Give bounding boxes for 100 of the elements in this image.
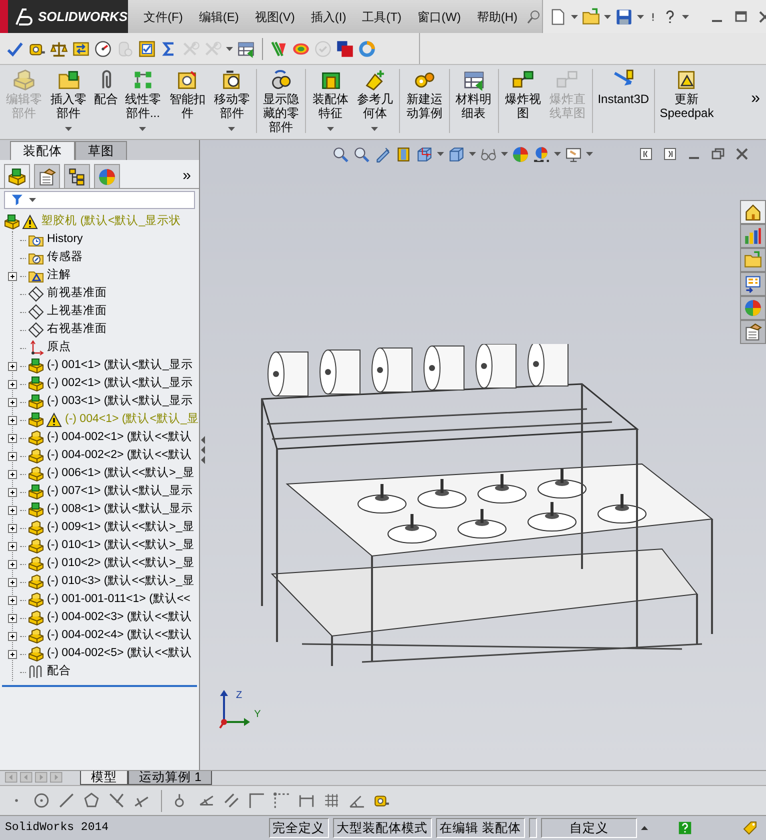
expand-icon[interactable] <box>7 414 18 426</box>
menu-item[interactable]: 文件(F) <box>136 8 191 26</box>
tree-item[interactable]: 原点 <box>44 339 71 357</box>
tree-item[interactable]: (-) 001<1> (默认<默认_显示 <box>44 357 193 375</box>
expand-icon[interactable] <box>7 270 18 282</box>
tree-item[interactable]: (-) 004-002<2> (默认<<默认 <box>44 447 192 465</box>
maximize-icon[interactable] <box>732 8 749 24</box>
tree-item[interactable]: (-) 004-002<4> (默认<<默认 <box>44 627 192 645</box>
close-icon[interactable] <box>734 146 750 162</box>
help-icon[interactable] <box>678 821 692 835</box>
command-button[interactable]: 新建运动算例 <box>402 69 447 121</box>
menu-item[interactable]: 视图(V) <box>246 8 303 26</box>
command-button[interactable]: Instant3D <box>594 69 652 107</box>
expand-icon[interactable] <box>7 486 18 498</box>
units-selector[interactable]: 自定义 <box>541 818 637 838</box>
tree-item[interactable]: (-) 002<1> (默认<默认_显示 <box>44 375 193 393</box>
command-button[interactable]: 爆炸视图 <box>500 69 546 121</box>
tag-icon[interactable] <box>742 820 758 836</box>
tree-item[interactable]: 右视基准面 <box>44 321 107 339</box>
tile-left-icon[interactable] <box>638 146 654 162</box>
expand-icon[interactable] <box>7 522 18 534</box>
tree-item[interactable]: (-) 009<1> (默认<<默认>_显 <box>44 519 194 537</box>
tree-item[interactable]: (-) 010<1> (默认<<默认>_显 <box>44 537 194 555</box>
display-style-icon[interactable] <box>448 146 465 162</box>
more-tabs[interactable]: » <box>182 164 199 188</box>
expand-icon[interactable] <box>7 450 18 462</box>
restore-icon[interactable] <box>710 146 726 162</box>
tree-item[interactable]: 注解 <box>44 267 71 285</box>
tree-item[interactable]: 前视基准面 <box>44 285 107 303</box>
tree-item[interactable]: (-) 010<3> (默认<<默认>_显 <box>44 573 194 591</box>
expand-icon[interactable] <box>7 468 18 480</box>
manager-tab[interactable] <box>4 164 30 188</box>
caret-icon[interactable] <box>554 152 561 156</box>
command-button[interactable]: 配合 <box>90 69 121 107</box>
caret-icon[interactable] <box>226 46 233 50</box>
scene-icon[interactable] <box>533 146 550 162</box>
task-pane-tab[interactable] <box>740 272 766 296</box>
model-tab[interactable]: 模型 <box>80 771 128 785</box>
corner-icon[interactable] <box>248 792 265 809</box>
spectrum-icon[interactable] <box>270 40 288 58</box>
arrows-box-icon[interactable] <box>72 40 90 58</box>
tree-item[interactable]: History <box>44 231 83 249</box>
trim-icon[interactable] <box>108 792 125 809</box>
task-pane-tab[interactable] <box>740 200 766 224</box>
expand-icon[interactable] <box>7 360 18 372</box>
command-button[interactable]: 参考几何体 <box>352 69 398 131</box>
gauge-icon[interactable] <box>94 40 112 58</box>
table-icon[interactable] <box>462 69 485 91</box>
dotted-corner-icon[interactable] <box>273 792 290 809</box>
menu-item[interactable]: 工具(T) <box>354 8 410 26</box>
tree-item[interactable]: (-) 001-001-011<1> (默认<< <box>44 591 190 609</box>
tree-item[interactable]: (-) 003<1> (默认<默认_显示 <box>44 393 193 411</box>
command-button[interactable]: 智能扣件 <box>165 69 210 121</box>
panel-tab[interactable]: 装配体 <box>10 141 75 160</box>
caret-icon[interactable] <box>65 126 72 131</box>
tree-item[interactable]: (-) 004-002<3> (默认<<默认 <box>44 609 192 627</box>
balance-scale-icon[interactable] <box>50 40 68 58</box>
tile-right-icon[interactable] <box>662 146 678 162</box>
expand-icon[interactable] <box>7 558 18 570</box>
command-button[interactable]: 装配体特征 <box>308 69 353 131</box>
pin-icon[interactable] <box>526 8 542 24</box>
command-button[interactable]: 显示隐藏的零部件 <box>258 69 304 134</box>
parallel-lines-icon[interactable] <box>223 792 240 809</box>
caret-icon[interactable] <box>437 152 444 156</box>
caret-icon[interactable] <box>469 152 476 156</box>
zoom-fit-icon[interactable] <box>332 146 349 162</box>
folder-cube-icon[interactable] <box>58 69 80 91</box>
expand-icon[interactable] <box>7 504 18 516</box>
dimension-icon[interactable] <box>298 792 315 809</box>
tree-item[interactable]: (-) 004-002<5> (默认<<默认 <box>44 645 192 663</box>
table-icon[interactable] <box>237 40 255 58</box>
checkbox-icon[interactable] <box>138 40 156 58</box>
line-icon[interactable] <box>58 792 75 809</box>
caret-icon[interactable] <box>139 126 146 131</box>
expand-icon[interactable] <box>7 396 18 408</box>
circle-icon[interactable] <box>33 792 50 809</box>
more-commands[interactable]: » <box>751 87 764 111</box>
save-icon[interactable] <box>614 8 633 26</box>
view-orientation-icon[interactable] <box>416 146 433 162</box>
caret-icon[interactable] <box>228 126 236 131</box>
monitor-icon[interactable] <box>565 146 582 162</box>
task-pane-tab[interactable] <box>740 224 766 248</box>
caret-icon[interactable] <box>636 14 644 18</box>
expand-icon[interactable] <box>7 612 18 624</box>
command-button[interactable]: 移动零部件 <box>210 69 254 131</box>
expand-icon[interactable] <box>7 594 18 606</box>
caret-icon[interactable] <box>604 14 611 18</box>
caret-icon[interactable] <box>327 126 334 131</box>
tree-item[interactable]: 传感器 <box>44 249 83 267</box>
caret-icon[interactable] <box>641 826 648 830</box>
caret-icon[interactable] <box>586 152 593 156</box>
expand-icon[interactable] <box>7 378 18 390</box>
caret-icon[interactable] <box>501 152 508 156</box>
filter-field[interactable] <box>4 191 195 209</box>
command-button[interactable]: 更新Speedpak <box>656 69 717 121</box>
tree-item[interactable]: (-) 004-002<1> (默认<<默认 <box>44 429 192 447</box>
expand-icon[interactable] <box>7 648 18 660</box>
caret-icon[interactable] <box>29 198 36 202</box>
manager-tab[interactable] <box>64 164 90 188</box>
manager-tab[interactable] <box>34 164 60 188</box>
